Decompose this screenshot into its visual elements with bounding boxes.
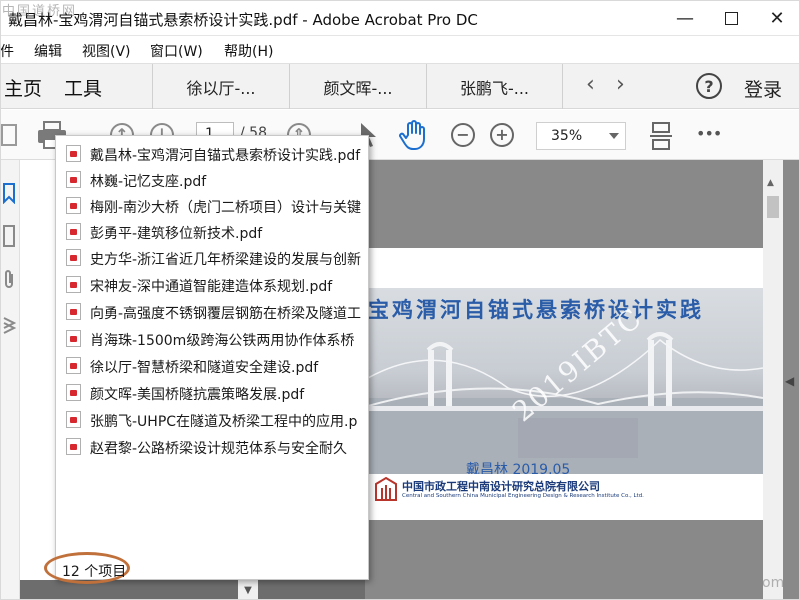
left-sidebar (0, 160, 20, 600)
list-item-label: 林巍-记忆支座.pdf (90, 174, 207, 190)
company-name-en: Central and Southern China Municipal Eng… (402, 493, 644, 499)
list-item-label: 肖海珠-1500m级跨海公铁两用协作体系桥 (90, 333, 355, 349)
list-item[interactable]: 彭勇平-建筑移位新技术.pdf (56, 218, 368, 244)
list-item[interactable]: 肖海珠-1500m级跨海公铁两用协作体系桥 (56, 325, 368, 351)
pdf-file-icon (66, 249, 81, 266)
pdf-file-icon (66, 276, 81, 293)
document-viewport[interactable]: 宝鸡渭河自锚式悬索桥设计实践 2019IBTC 戴昌林 2019.05 中国市政… (365, 160, 800, 600)
pdf-page: 宝鸡渭河自锚式悬索桥设计实践 2019IBTC 戴昌林 2019.05 中国市政… (368, 248, 763, 520)
panel-expand-arrow-icon[interactable]: ◀ (785, 374, 794, 388)
pdf-file-icon (66, 411, 81, 428)
more-tools-icon[interactable]: ••• (696, 124, 722, 143)
doc-tab-yan[interactable]: 颜文晖-... (289, 64, 426, 109)
list-item-label: 戴昌林-宝鸡渭河自锚式悬索桥设计实践.pdf (90, 148, 361, 164)
tab-next-arrow-icon[interactable]: › (616, 72, 625, 97)
login-button[interactable]: 登录 (744, 75, 782, 102)
doc-tab-xu[interactable]: 徐以厅-... (152, 64, 289, 109)
menu-bar: 件 编辑 视图(V) 窗口(W) 帮助(H) (0, 37, 800, 63)
list-item-label: 梅刚-南沙大桥（虎门二桥项目）设计与关键 (90, 200, 362, 216)
company-logo-icon (374, 476, 398, 504)
home-tab[interactable]: 主页 (4, 74, 42, 101)
menu-edit[interactable]: 编辑 (34, 41, 62, 61)
list-item-label: 徐以厅-智慧桥梁和隧道安全建设.pdf (90, 360, 319, 376)
list-item[interactable]: 赵君黎-公路桥梁设计规范体系与安全耐久 (56, 433, 368, 459)
nav-bar: 主页 工具 徐以厅-... 颜文晖-... 张鹏飞-... ‹ › ? 登录 (0, 63, 800, 109)
title-bar: 戴昌林-宝鸡渭河自锚式悬索桥设计实践.pdf - Adobe Acrobat P… (0, 0, 800, 36)
pages-panel-icon[interactable] (2, 224, 16, 252)
zoom-value: 35% (551, 128, 583, 144)
bookmark-icon[interactable] (2, 182, 16, 208)
list-item-label: 宋神友-深中通道智能建造体系规划.pdf (90, 279, 333, 295)
layers-icon[interactable] (2, 312, 17, 340)
list-item-label: 史方华-浙江省近几年桥梁建设的发展与创新 (90, 252, 362, 268)
list-item[interactable]: 戴昌林-宝鸡渭河自锚式悬索桥设计实践.pdf (56, 140, 368, 166)
list-item[interactable]: 宋神友-深中通道智能建造体系规划.pdf (56, 271, 368, 297)
pdf-file-icon (66, 223, 81, 240)
list-item[interactable]: 史方华-浙江省近几年桥梁建设的发展与创新 (56, 244, 368, 270)
scroll-up-icon[interactable]: ▲ (767, 178, 774, 188)
cover-title: 宝鸡渭河自锚式悬索桥设计实践 (368, 298, 704, 322)
attachment-icon[interactable] (2, 268, 16, 294)
list-item-label: 赵君黎-公路桥梁设计规范体系与安全耐久 (90, 441, 348, 457)
pdf-file-icon (66, 197, 81, 214)
menu-help[interactable]: 帮助(H) (224, 41, 273, 61)
list-item[interactable]: 林巍-记忆支座.pdf (56, 166, 368, 192)
zoom-out-icon[interactable]: − (451, 123, 475, 147)
pdf-file-icon (66, 171, 81, 188)
menu-view[interactable]: 视图(V) (82, 41, 131, 61)
zoom-select[interactable]: 35% (536, 122, 626, 150)
pdf-file-icon (66, 384, 81, 401)
vertical-scrollbar[interactable]: ▲ (763, 160, 783, 600)
corner-watermark: om (762, 575, 785, 591)
window-title: 戴昌林-宝鸡渭河自锚式悬索桥设计实践.pdf - Adobe Acrobat P… (8, 11, 478, 29)
pdf-file-icon (66, 145, 81, 162)
minimize-button[interactable]: — (662, 0, 708, 36)
list-item-label: 颜文晖-美国桥隧抗震策略发展.pdf (90, 387, 305, 403)
maximize-button[interactable] (708, 0, 754, 36)
list-item-label: 彭勇平-建筑移位新技术.pdf (90, 226, 263, 242)
cover-bridge-image: 宝鸡渭河自锚式悬索桥设计实践 2019IBTC 戴昌林 2019.05 (368, 288, 763, 474)
item-count-label: 12 个项目 (62, 564, 127, 580)
cover-author-date: 戴昌林 2019.05 (466, 462, 571, 474)
zoom-in-icon[interactable]: + (490, 123, 514, 147)
help-icon[interactable]: ? (696, 73, 722, 99)
list-item[interactable]: 梅刚-南沙大桥（虎门二桥项目）设计与关键 (56, 192, 368, 218)
pdf-file-icon (66, 357, 81, 374)
tools-tab[interactable]: 工具 (64, 74, 102, 101)
site-watermark: 中国道桥网 (2, 4, 78, 19)
chevron-down-icon (609, 133, 619, 139)
list-item-label: 向勇-高强度不锈钢覆层钢筋在桥梁及隧道工 (90, 306, 362, 322)
company-name: 中国市政工程中南设计研究总院有限公司 (402, 480, 600, 493)
scrollbar-thumb[interactable] (767, 196, 779, 218)
page-display-icon[interactable] (648, 120, 674, 152)
tab-prev-arrow-icon[interactable]: ‹ (586, 72, 595, 97)
hand-tool-icon[interactable] (398, 118, 430, 152)
list-item-label: 张鹏飞-UHPC在隧道及桥梁工程中的应用.p (90, 414, 358, 430)
open-documents-dropdown: 戴昌林-宝鸡渭河自锚式悬索桥设计实践.pdf 林巍-记忆支座.pdf 梅刚-南沙… (55, 135, 369, 580)
maximize-icon (724, 11, 738, 25)
list-item[interactable]: 张鹏飞-UHPC在隧道及桥梁工程中的应用.p (56, 406, 368, 432)
menu-file[interactable]: 件 (0, 41, 14, 61)
close-button[interactable]: ✕ (754, 0, 800, 36)
list-item[interactable]: 向勇-高强度不锈钢覆层钢筋在桥梁及隧道工 (56, 298, 368, 324)
pdf-file-icon (66, 330, 81, 347)
doc-tab-zhang[interactable]: 张鹏飞-... (426, 64, 563, 109)
list-item[interactable]: 徐以厅-智慧桥梁和隧道安全建设.pdf (56, 352, 368, 378)
save-icon[interactable] (0, 122, 18, 148)
pdf-file-icon (66, 438, 81, 455)
pdf-file-icon (66, 303, 81, 320)
list-item[interactable]: 颜文晖-美国桥隧抗震策略发展.pdf (56, 379, 368, 405)
menu-window[interactable]: 窗口(W) (150, 41, 203, 61)
scroll-down-icon[interactable]: ▼ (238, 580, 258, 600)
